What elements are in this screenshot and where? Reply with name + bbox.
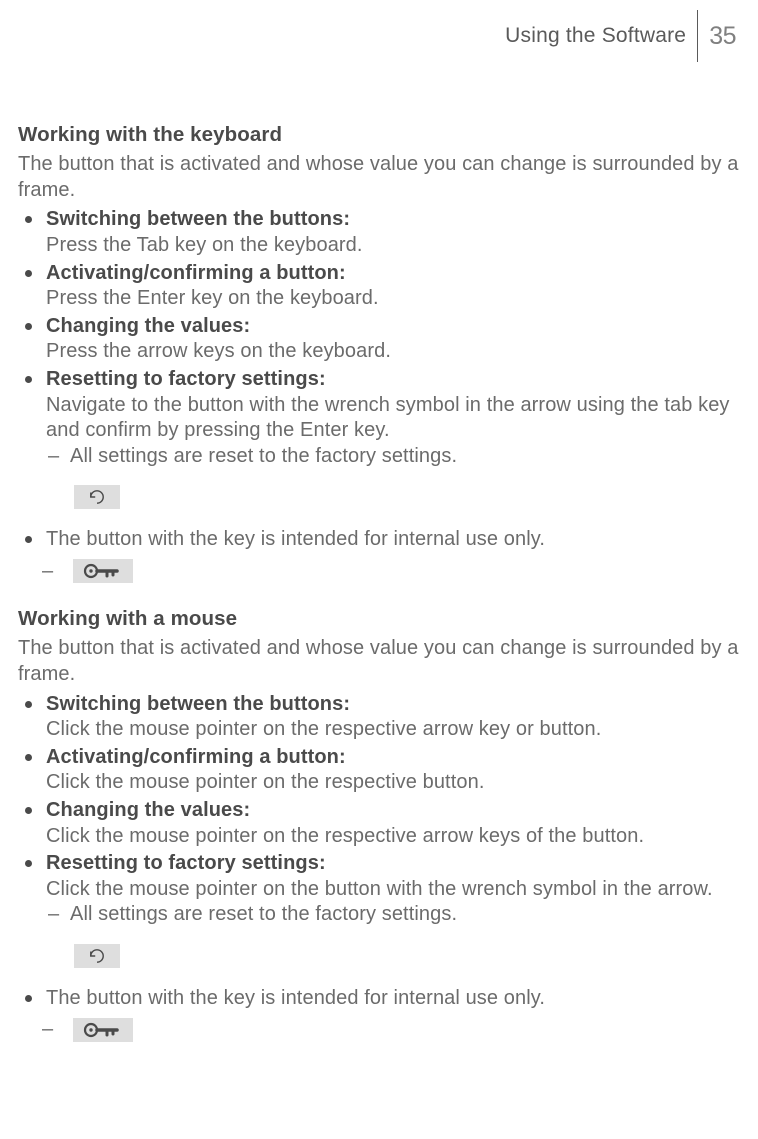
item-bold: Switching between the buttons: <box>46 207 740 233</box>
reset-arrow-icon <box>74 944 120 968</box>
sub-item: All settings are reset to the factory se… <box>70 444 740 470</box>
keyboard-list-tail: The button with the key is intended for … <box>18 527 740 553</box>
list-item: Changing the values: Click the mouse poi… <box>46 798 740 849</box>
list-item: Resetting to factory settings: Navigate … <box>46 367 740 469</box>
key-icon-row: – <box>42 559 740 585</box>
section-keyboard-intro: The button that is activated and whose v… <box>18 152 740 203</box>
item-text: Click the mouse pointer on the respectiv… <box>46 825 644 847</box>
header-divider <box>697 10 698 62</box>
page-header: Using the Software 35 <box>0 0 758 72</box>
item-text: Click the mouse pointer on the respectiv… <box>46 718 601 740</box>
item-text: Press the arrow keys on the keyboard. <box>46 340 391 362</box>
list-item: Switching between the buttons: Press the… <box>46 207 740 258</box>
section-keyboard-heading: Working with the keyboard <box>18 122 740 148</box>
item-text: The button with the key is intended for … <box>46 528 545 550</box>
list-item: The button with the key is intended for … <box>46 527 740 553</box>
mouse-list-tail: The button with the key is intended for … <box>18 986 740 1012</box>
mouse-list: Switching between the buttons: Click the… <box>18 692 740 928</box>
item-bold: Resetting to factory settings: <box>46 367 740 393</box>
key-icon <box>73 559 133 583</box>
item-text: Press the Tab key on the keyboard. <box>46 234 363 256</box>
item-bold: Activating/confirming a button: <box>46 745 740 771</box>
item-bold: Switching between the buttons: <box>46 692 740 718</box>
list-item: Activating/confirming a button: Press th… <box>46 261 740 312</box>
item-bold: Changing the values: <box>46 314 740 340</box>
dash-mark: – <box>42 1017 53 1043</box>
item-bold: Activating/confirming a button: <box>46 261 740 287</box>
list-item: Switching between the buttons: Click the… <box>46 692 740 743</box>
reset-arrow-icon <box>74 485 120 509</box>
item-text: Press the Enter key on the keyboard. <box>46 287 379 309</box>
page-content: Working with the keyboard The button tha… <box>0 72 758 1043</box>
list-item: Resetting to factory settings: Click the… <box>46 851 740 928</box>
page-number: 35 <box>709 22 736 51</box>
item-bold: Resetting to factory settings: <box>46 851 740 877</box>
reset-icon-row <box>74 944 740 972</box>
header-title: Using the Software <box>505 24 686 48</box>
sub-list: All settings are reset to the factory se… <box>46 902 740 928</box>
section-mouse-heading: Working with a mouse <box>18 606 740 632</box>
sub-item: All settings are reset to the factory se… <box>70 902 740 928</box>
list-item: Activating/confirming a button: Click th… <box>46 745 740 796</box>
item-text: Click the mouse pointer on the respectiv… <box>46 771 484 793</box>
key-icon <box>73 1018 133 1042</box>
key-icon-row: – <box>42 1017 740 1043</box>
item-text: The button with the key is intended for … <box>46 987 545 1009</box>
item-bold: Changing the values: <box>46 798 740 824</box>
sub-list: All settings are reset to the factory se… <box>46 444 740 470</box>
list-item: The button with the key is intended for … <box>46 986 740 1012</box>
section-mouse-intro: The button that is activated and whose v… <box>18 636 740 687</box>
dash-mark: – <box>42 559 53 585</box>
item-text: Click the mouse pointer on the button wi… <box>46 878 713 900</box>
list-item: Changing the values: Press the arrow key… <box>46 314 740 365</box>
reset-icon-row <box>74 485 740 513</box>
item-text: Navigate to the button with the wrench s… <box>46 394 730 442</box>
keyboard-list: Switching between the buttons: Press the… <box>18 207 740 469</box>
